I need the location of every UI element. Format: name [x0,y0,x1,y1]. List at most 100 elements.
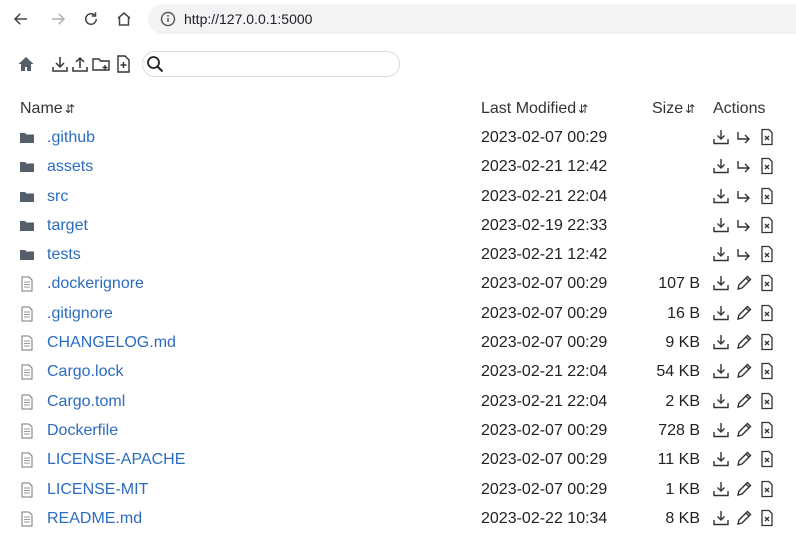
file-name-link[interactable]: LICENSE-MIT [47,481,148,499]
file-name-link[interactable]: target [47,217,88,235]
file-name-link[interactable]: tests [47,246,81,264]
edit-icon [737,481,752,496]
root-home-button[interactable] [16,54,36,74]
file-plus-icon [117,55,130,73]
download-button[interactable] [712,304,730,322]
edit-button[interactable] [735,450,753,468]
edit-button[interactable] [735,509,753,527]
table-row: .github 2023-02-07 00:29 [0,124,796,153]
table-row: CHANGELOG.md 2023-02-07 00:29 9 KB [0,329,796,358]
move-button[interactable] [735,187,753,205]
file-name-link[interactable]: LICENSE-APACHE [47,451,185,469]
delete-button[interactable] [758,509,776,527]
download-button[interactable] [712,480,730,498]
delete-button[interactable] [758,216,776,234]
delete-button[interactable] [758,245,776,263]
file-name-link[interactable]: CHANGELOG.md [47,334,176,352]
download-button[interactable] [712,216,730,234]
move-button[interactable] [735,157,753,175]
file-name-link[interactable]: src [47,188,68,206]
download-icon [713,452,729,467]
download-button[interactable] [712,362,730,380]
row-actions [712,128,774,148]
download-button[interactable] [712,421,730,439]
row-actions [712,509,774,529]
download-button[interactable] [712,245,730,263]
home-button[interactable] [112,7,136,31]
file-size: 1 KB [665,480,700,498]
upload-button[interactable] [70,54,90,74]
file-name-link[interactable]: README.md [47,510,142,528]
row-actions [712,304,774,324]
new-folder-button[interactable] [91,54,111,74]
name-header: Name [20,100,63,117]
download-button[interactable] [712,509,730,527]
modified-header: Last Modified [481,100,577,117]
modified-date: 2023-02-21 12:42 [481,246,608,264]
delete-button[interactable] [758,450,776,468]
file-name-link[interactable]: Dockerfile [47,422,118,440]
file-icon [21,394,33,410]
delete-button[interactable] [758,421,776,439]
table-header: Name ⇵ Last Modified ⇵ Size ⇵ Actions [0,96,796,124]
download-button[interactable] [712,187,730,205]
sort-by-name[interactable]: Name ⇵ [20,100,75,118]
edit-button[interactable] [735,480,753,498]
delete-button[interactable] [758,274,776,292]
search-input[interactable] [167,54,393,74]
edit-button[interactable] [735,274,753,292]
file-icon [21,482,33,498]
sort-by-size[interactable]: Size ⇵ [652,100,695,118]
file-name-link[interactable]: Cargo.lock [47,363,123,381]
file-name-link[interactable]: .dockerignore [47,275,144,293]
delete-button[interactable] [758,157,776,175]
move-button[interactable] [735,245,753,263]
table-row: Cargo.toml 2023-02-21 22:04 2 KB [0,388,796,417]
edit-button[interactable] [735,392,753,410]
download-button[interactable] [712,157,730,175]
download-button[interactable] [712,128,730,146]
sort-by-modified[interactable]: Last Modified ⇵ [481,100,588,118]
move-button[interactable] [735,128,753,146]
edit-icon [737,305,752,320]
reload-button[interactable] [79,7,103,31]
download-icon [713,188,729,203]
file-size: 16 B [667,304,700,322]
delete-button[interactable] [758,304,776,322]
delete-button[interactable] [758,480,776,498]
back-button[interactable] [9,7,33,31]
edit-button[interactable] [735,304,753,322]
download-button[interactable] [712,450,730,468]
edit-icon [737,451,752,467]
file-icon [21,511,33,527]
file-name-link[interactable]: .gitignore [47,305,113,323]
delete-button[interactable] [758,333,776,351]
file-name-link[interactable]: .github [47,129,95,147]
forward-button[interactable] [46,7,70,31]
table-row: tests 2023-02-21 12:42 [0,241,796,270]
new-file-button[interactable] [113,54,133,74]
delete-button[interactable] [758,392,776,410]
edit-button[interactable] [735,333,753,351]
delete-icon [761,480,773,497]
download-button[interactable] [712,274,730,292]
delete-icon [761,158,773,175]
delete-button[interactable] [758,187,776,205]
file-name-link[interactable]: assets [47,158,93,176]
edit-button[interactable] [735,362,753,380]
download-button[interactable] [712,333,730,351]
modified-date: 2023-02-07 00:29 [481,451,608,469]
edit-button[interactable] [735,421,753,439]
address-bar[interactable]: http://127.0.0.1:5000 [148,4,796,34]
file-name-link[interactable]: Cargo.toml [47,393,125,411]
delete-button[interactable] [758,362,776,380]
delete-button[interactable] [758,128,776,146]
folder-icon [20,250,34,261]
table-row: src 2023-02-21 22:04 [0,183,796,212]
download-button[interactable] [712,392,730,410]
download-icon [713,217,729,233]
move-button[interactable] [735,216,753,234]
download-all-button[interactable] [50,54,70,74]
arrow-right-icon [52,13,66,25]
file-icon [21,335,33,351]
